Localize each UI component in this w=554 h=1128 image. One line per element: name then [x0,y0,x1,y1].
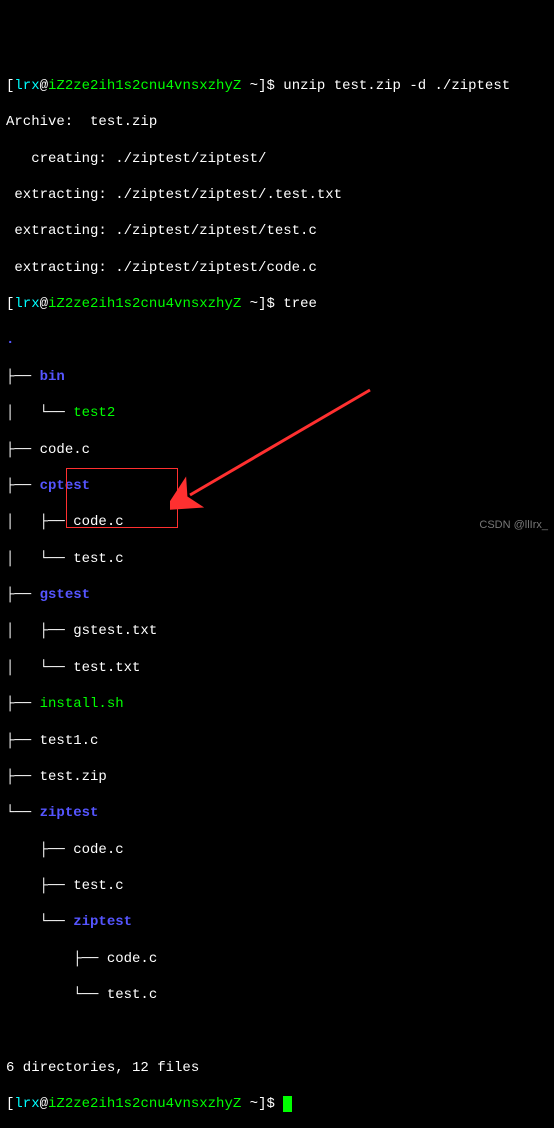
unzip-out-4: extracting: ./ziptest/ziptest/code.c [6,259,548,277]
tree-zt-codec: ├── code.c [6,841,548,859]
tree-install: ├── install.sh [6,695,548,713]
tree-codec: ├── code.c [6,441,548,459]
tree-bin: ├── bin [6,368,548,386]
tree-testzip: ├── test.zip [6,768,548,786]
tree-test2: │ └── test2 [6,404,548,422]
tree-zt2-codec: ├── code.c [6,950,548,968]
blank-line [6,1023,548,1041]
tree-ziptest: └── ziptest [6,804,548,822]
unzip-out-3: extracting: ./ziptest/ziptest/test.c [6,222,548,240]
tree-zt-sub: └── ziptest [6,913,548,931]
command-tree[interactable]: tree [283,296,317,312]
tree-gs-txt: │ ├── gstest.txt [6,622,548,640]
tree-cp-codec: │ ├── code.c [6,513,548,531]
tree-cptest: ├── cptest [6,477,548,495]
tree-zt2-testc: └── test.c [6,986,548,1004]
unzip-archive: Archive: test.zip [6,113,548,131]
command-unzip[interactable]: unzip test.zip -d ./ziptest [283,78,510,94]
tree-cp-testc: │ └── test.c [6,550,548,568]
tree-summary: 6 directories, 12 files [6,1059,548,1077]
tree-test1: ├── test1.c [6,732,548,750]
unzip-out-2: extracting: ./ziptest/ziptest/.test.txt [6,186,548,204]
tree-gstest: ├── gstest [6,586,548,604]
unzip-out-1: creating: ./ziptest/ziptest/ [6,150,548,168]
cursor-icon [283,1096,292,1112]
prompt-line-3[interactable]: [lrx@iZ2ze2ih1s2cnu4vnsxzhyZ ~]$ [6,1095,548,1113]
tree-root: . [6,331,548,349]
tree-gs-test: │ └── test.txt [6,659,548,677]
tree-zt-testc: ├── test.c [6,877,548,895]
prompt-line-1: [lrx@iZ2ze2ih1s2cnu4vnsxzhyZ ~]$ unzip t… [6,77,548,95]
prompt-line-2: [lrx@iZ2ze2ih1s2cnu4vnsxzhyZ ~]$ tree [6,295,548,313]
watermark: CSDN @llIrx_ [479,518,548,532]
